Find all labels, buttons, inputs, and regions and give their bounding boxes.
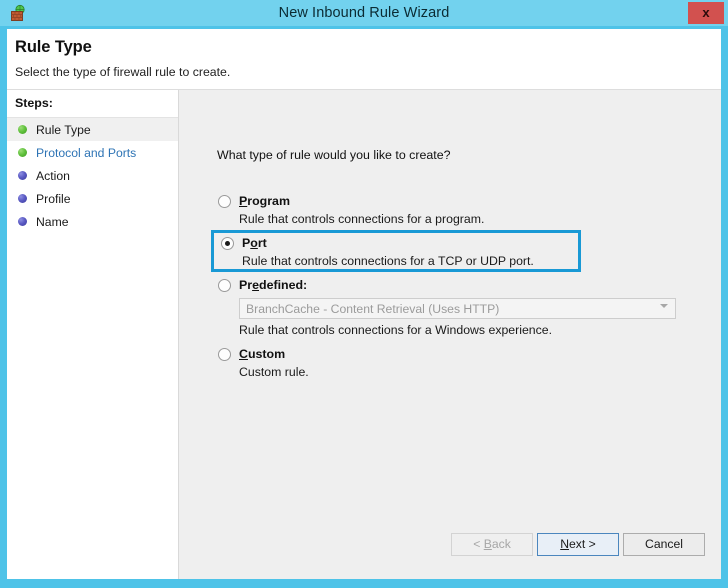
steps-list: Rule Type Protocol and Ports Action Profile…	[7, 118, 178, 233]
step-bullet-icon	[18, 148, 27, 157]
option-row: Program	[211, 194, 711, 208]
option-title-program: Program	[239, 194, 290, 208]
sidebar-step-label: Rule Type	[36, 123, 91, 137]
option-title-custom: Custom	[239, 347, 285, 361]
predefined-rule-dropdown-value: BranchCache - Content Retrieval (Uses HT…	[240, 302, 499, 316]
rule-type-option-program[interactable]: Program Rule that controls connections fo…	[211, 188, 711, 230]
close-icon[interactable]: x	[688, 2, 724, 24]
window-title: New Inbound Rule Wizard	[0, 0, 728, 26]
chevron-down-icon	[660, 304, 668, 308]
sidebar-step-action[interactable]: Action	[7, 164, 178, 187]
page-header: Rule Type Select the type of firewall ru…	[7, 29, 721, 90]
sidebar-step-profile[interactable]: Profile	[7, 187, 178, 210]
option-description-custom: Custom rule.	[239, 365, 711, 379]
sidebar-step-name[interactable]: Name	[7, 210, 178, 233]
step-bullet-icon	[18, 194, 27, 203]
sidebar-step-label: Action	[36, 169, 70, 183]
predefined-rule-dropdown[interactable]: BranchCache - Content Retrieval (Uses HT…	[239, 298, 676, 319]
sidebar-step-label: Protocol and Ports	[36, 146, 136, 160]
option-title-port: Port	[242, 236, 267, 250]
option-description-predefined: Rule that controls connections for a Win…	[239, 323, 711, 337]
new-inbound-rule-wizard-window: New Inbound Rule Wizard x Rule Type Sele…	[0, 0, 728, 588]
option-title-predefined: Predefined:	[239, 278, 307, 292]
sidebar-step-label: Name	[36, 215, 69, 229]
dialog-footer: < Back Next > Cancel	[179, 521, 721, 579]
rule-type-option-port[interactable]: Port Rule that controls connections for a…	[211, 230, 581, 272]
page-title: Rule Type	[15, 38, 92, 57]
dialog-client-area: Rule Type Select the type of firewall ru…	[7, 29, 721, 579]
rule-type-option-predefined[interactable]: Predefined: BranchCache - Content Retriev…	[211, 272, 711, 341]
option-row: Custom	[211, 347, 711, 361]
option-row: Predefined:	[211, 278, 711, 292]
radio-port[interactable]	[221, 237, 234, 250]
sidebar-step-protocol-and-ports[interactable]: Protocol and Ports	[7, 141, 178, 164]
cancel-button[interactable]: Cancel	[623, 533, 705, 556]
rule-type-option-custom[interactable]: Custom Custom rule.	[211, 341, 711, 383]
title-bar: New Inbound Rule Wizard x	[0, 0, 728, 26]
radio-program[interactable]	[218, 195, 231, 208]
back-button[interactable]: < Back	[451, 533, 533, 556]
sidebar-step-label: Profile	[36, 192, 71, 206]
step-bullet-icon	[18, 217, 27, 226]
steps-heading: Steps:	[15, 96, 53, 110]
page-subtitle: Select the type of firewall rule to crea…	[15, 65, 230, 79]
option-row: Port	[214, 236, 578, 250]
step-bullet-icon	[18, 125, 27, 134]
main-content-pane: What type of rule would you like to crea…	[179, 90, 721, 579]
radio-custom[interactable]	[218, 348, 231, 361]
sidebar-step-rule-type[interactable]: Rule Type	[7, 118, 178, 141]
rule-type-radio-group: Program Rule that controls connections fo…	[211, 188, 711, 383]
radio-predefined[interactable]	[218, 279, 231, 292]
option-description-program: Rule that controls connections for a pro…	[239, 212, 711, 226]
next-button[interactable]: Next >	[537, 533, 619, 556]
option-description-port: Rule that controls connections for a TCP…	[242, 254, 578, 268]
step-bullet-icon	[18, 171, 27, 180]
rule-type-question: What type of rule would you like to crea…	[217, 148, 450, 162]
steps-sidebar: Steps: Rule Type Protocol and Ports Action…	[7, 90, 179, 579]
